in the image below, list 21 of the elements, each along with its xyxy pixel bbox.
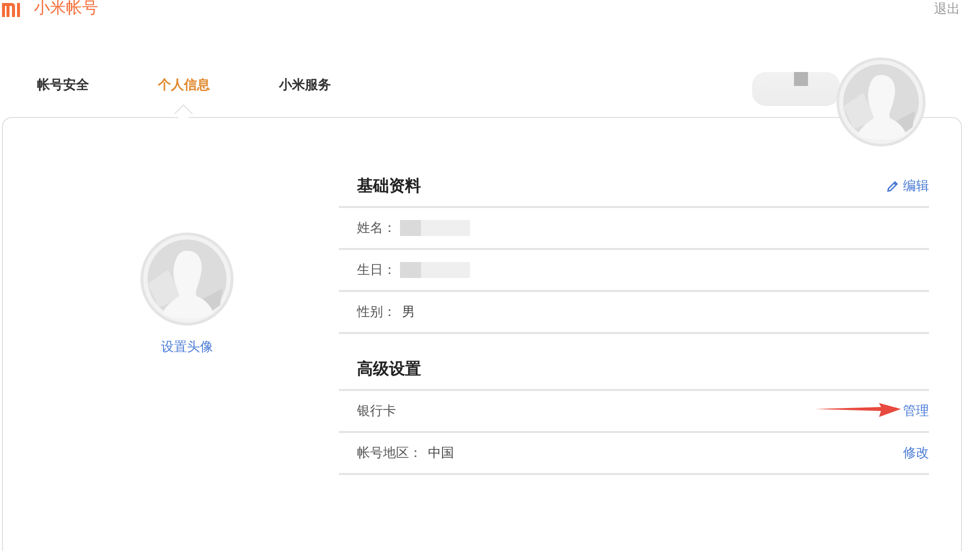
field-label: 姓名： — [357, 219, 396, 237]
avatar-icon[interactable] — [836, 57, 926, 147]
logout-link[interactable]: 退出 — [934, 0, 960, 18]
set-avatar-link[interactable]: 设置头像 — [161, 338, 213, 356]
field-value: 男 — [402, 303, 415, 321]
tab[interactable]: 小米服务 — [279, 75, 331, 95]
action-link[interactable]: 修改 — [903, 444, 929, 462]
field-label: 帐号地区： — [357, 444, 422, 462]
edit-link[interactable]: 编辑 — [886, 177, 929, 195]
site-title: 小米帐号 — [34, 0, 98, 18]
action-link[interactable]: 管理 — [903, 402, 929, 420]
tab[interactable]: 帐号安全 — [37, 75, 89, 95]
field-label: 性别： — [357, 303, 396, 321]
tab[interactable]: 个人信息 — [158, 75, 210, 95]
field-value: 中国 — [428, 444, 454, 462]
section-title: 基础资料 — [357, 176, 421, 196]
pencil-icon — [886, 180, 899, 192]
avatar-icon — [140, 232, 234, 326]
field-label: 银行卡 — [357, 402, 396, 420]
section-title: 高级设置 — [357, 359, 421, 380]
field-label: 生日： — [357, 261, 396, 279]
